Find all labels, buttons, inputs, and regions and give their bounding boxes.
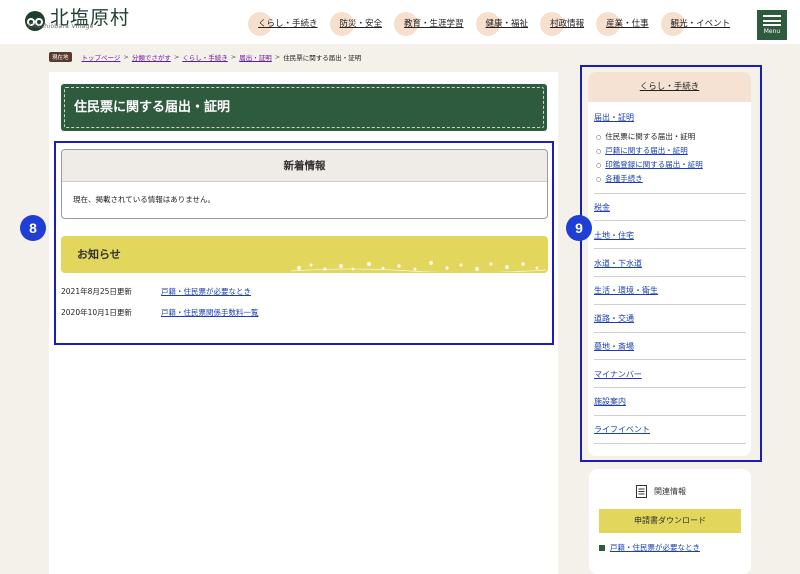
- download-forms-button[interactable]: 申請書ダウンロード: [599, 509, 741, 533]
- related-link[interactable]: 戸籍・住民票が必要なとき: [610, 542, 700, 553]
- notice-list: 2021年8月25日更新 戸籍・住民票が必要なとき 2020年10月1日更新 戸…: [61, 286, 259, 328]
- bullet-square-icon: [599, 544, 605, 551]
- list-item: 2021年8月25日更新 戸籍・住民票が必要なとき: [61, 286, 259, 307]
- notice-date: 2020年10月1日更新: [61, 308, 132, 317]
- news-empty-message: 現在、掲載されている情報はありません。: [73, 195, 216, 204]
- annotation-badge-main: 8: [20, 215, 46, 241]
- breadcrumb-badge: 現在地: [49, 52, 72, 62]
- breadcrumb-link-top[interactable]: トップページ: [82, 52, 121, 62]
- nav-item-bousai[interactable]: 防災・安全: [329, 12, 382, 36]
- site-header: 北塩原村 Kitashiobara Village くらし・手続き 防災・安全 …: [0, 0, 800, 44]
- related-info-heading-text: 関連情報: [654, 487, 686, 496]
- breadcrumb: 現在地 トップページ > 分類でさがす > くらし・手続き > 届出・証明 > …: [49, 52, 361, 62]
- document-icon: [636, 485, 647, 498]
- notice-link[interactable]: 戸籍・住民票関係手数料一覧: [161, 307, 259, 328]
- annotation-badge-sidebar: 9: [566, 215, 592, 241]
- nav-item-kenkou[interactable]: 健康・福祉: [475, 12, 528, 36]
- news-heading: 新着情報: [62, 150, 547, 182]
- related-info-heading: 関連情報: [636, 485, 686, 498]
- nav-item-sangyou[interactable]: 産業・仕事: [596, 12, 649, 36]
- notice-date: 2021年8月25日更新: [61, 287, 132, 296]
- breadcrumb-current: 住民票に関する届出・証明: [283, 54, 362, 62]
- global-nav: くらし・手続き 防災・安全 教育・生涯学習 健康・福祉 村政情報 産業・仕事 観…: [248, 12, 744, 36]
- page-title: 住民票に関する届出・証明: [61, 84, 547, 131]
- list-item: 2020年10月1日更新 戸籍・住民票関係手数料一覧: [61, 307, 259, 328]
- focus-highlight-sidebar: [580, 65, 762, 462]
- breadcrumb-link-bunrui[interactable]: 分類でさがす: [132, 52, 171, 62]
- logo-subtitle: Kitashiobara Village: [28, 23, 94, 30]
- page-title-text: 住民票に関する届出・証明: [64, 87, 544, 128]
- hamburger-icon: [763, 15, 781, 26]
- menu-button[interactable]: Menu: [757, 10, 787, 40]
- notice-heading-bar: お知らせ: [61, 236, 548, 273]
- breadcrumb-link-kurashi[interactable]: くらし・手続き: [182, 52, 228, 62]
- nav-item-kurashi[interactable]: くらし・手続き: [248, 12, 318, 36]
- flower-decoration-icon: [291, 261, 546, 272]
- nav-item-kyouiku[interactable]: 教育・生涯学習: [394, 12, 464, 36]
- news-section: 新着情報 現在、掲載されている情報はありません。: [61, 149, 548, 219]
- notice-heading: お知らせ: [77, 248, 121, 261]
- nav-item-kankou[interactable]: 観光・イベント: [660, 12, 730, 36]
- notice-link[interactable]: 戸籍・住民票が必要なとき: [161, 286, 251, 307]
- breadcrumb-link-todokede[interactable]: 届出・証明: [239, 52, 272, 62]
- menu-button-label: Menu: [763, 28, 781, 35]
- related-link-item: 戸籍・住民票が必要なとき: [599, 542, 700, 553]
- nav-item-sonsei[interactable]: 村政情報: [540, 12, 584, 36]
